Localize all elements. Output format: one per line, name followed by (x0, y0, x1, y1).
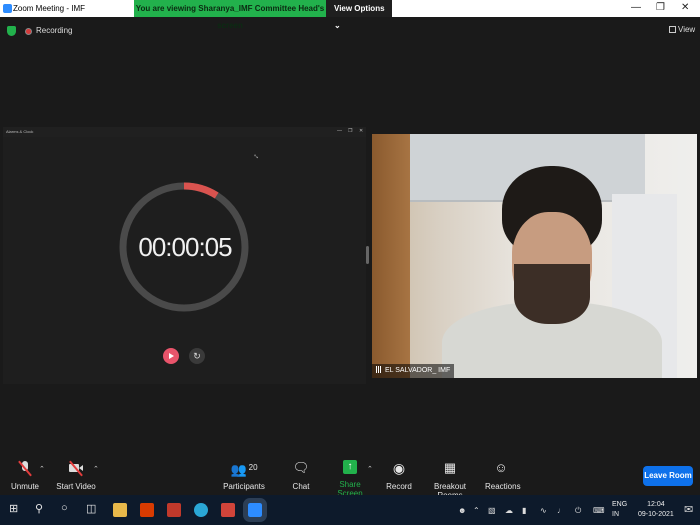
file-explorer-icon[interactable] (113, 503, 127, 517)
viewing-banner: You are viewing Sharanya_IMF Committee H… (134, 0, 392, 30)
share-options-caret-icon[interactable]: ⌃ (367, 465, 373, 473)
share-screen-icon: ↑ (343, 460, 357, 474)
tray-cloud-icon[interactable]: ☁ (505, 506, 513, 515)
clock-date: 09-10-2021 (638, 511, 674, 518)
close-button[interactable]: ✕ (681, 2, 689, 13)
shared-restore-icon: ❐ (348, 128, 353, 134)
reactions-icon: ☺ (494, 460, 508, 475)
participants-label: Participants (223, 482, 265, 491)
search-icon[interactable]: ⚲ (35, 502, 43, 515)
record-label: Record (386, 482, 412, 491)
tray-people-icon[interactable]: ☻ (458, 506, 466, 515)
language-code: ENG (612, 501, 628, 508)
tray-chevron-icon[interactable]: ⌃ (473, 506, 480, 515)
participant-video: EL SALVADOR_ IMF (372, 134, 697, 378)
tray-volume-icon[interactable]: ♩ (557, 506, 565, 515)
chat-label: Chat (292, 482, 310, 491)
recording-icon (25, 28, 32, 35)
reset-button: ↻ (189, 348, 205, 364)
system-clock[interactable]: 12:04 09-10-2021 (638, 500, 674, 520)
view-button[interactable]: View (678, 25, 695, 34)
video-options-caret-icon[interactable]: ⌃ (93, 465, 99, 473)
shared-app-title: Alarms & Clock (6, 129, 34, 134)
participant-name-tag: EL SALVADOR_ IMF (372, 364, 455, 378)
leave-room-button[interactable]: Leave Room (643, 466, 693, 486)
notifications-icon[interactable]: ✉ (684, 503, 693, 516)
security-shield-icon[interactable] (7, 26, 16, 36)
video-person-beard (514, 264, 590, 324)
timer-display: 00:00:05 (138, 232, 232, 262)
view-options-button[interactable]: View Options ⌄ (334, 0, 392, 30)
unmute-label: Unmute (10, 482, 39, 491)
meeting-toolbar: Unmute ⌃ Start Video ⌃ 👥 20 Participants … (0, 455, 700, 500)
reactions-label: Reactions (485, 482, 521, 491)
pdf-reader-icon[interactable] (167, 503, 181, 517)
viewing-banner-text: You are viewing Sharanya_IMF Committee H… (134, 0, 326, 30)
chat-button[interactable]: 🗨 Chat (288, 455, 314, 491)
participants-count: 20 (248, 463, 258, 472)
restore-button[interactable]: ❐ (656, 2, 665, 13)
start-video-button[interactable]: Start Video (56, 455, 96, 491)
expand-arrows-icon: ↔ (250, 149, 264, 162)
muted-mic-icon (17, 460, 33, 477)
participants-icon: 👥 20 (230, 462, 258, 477)
shared-close-icon: ✕ (359, 128, 364, 134)
play-button (163, 348, 179, 364)
tray-keyboard-icon[interactable]: ⌨ (593, 506, 605, 515)
participant-name: EL SALVADOR_ IMF (385, 367, 451, 374)
breakout-rooms-icon: ▦ (443, 460, 457, 475)
windows-taskbar: ⊞ ⚲ ○ ◫ ☻ ⌃ ▧ ☁ ▮ ∿ ♩ ⏻ ⌨ ENG IN 12:04 0… (0, 495, 700, 525)
zoom-window: Zoom Meeting - IMF You are viewing Shara… (0, 0, 700, 525)
zoom-taskbar-icon[interactable] (243, 498, 267, 522)
tray-card-icon[interactable]: ▧ (488, 506, 496, 515)
video-off-icon (68, 460, 84, 477)
start-video-label: Start Video (56, 482, 96, 491)
title-bar: Zoom Meeting - IMF You are viewing Shara… (0, 0, 700, 30)
tray-battery-icon[interactable]: ▮ (522, 506, 526, 515)
record-icon: ◉ (392, 460, 406, 476)
audio-options-caret-icon[interactable]: ⌃ (39, 465, 45, 473)
record-button[interactable]: ◉ Record (385, 455, 413, 491)
split-divider-handle[interactable] (366, 246, 369, 264)
word-icon[interactable] (221, 503, 235, 517)
participants-button[interactable]: 👥 20 Participants (222, 455, 266, 491)
region-code: IN (612, 511, 619, 518)
edge-browser-icon[interactable] (194, 503, 208, 517)
windows-start-icon[interactable]: ⊞ (9, 502, 18, 515)
window-title: Zoom Meeting - IMF (13, 4, 86, 13)
input-language[interactable]: ENG IN (612, 500, 627, 520)
reactions-button[interactable]: ☺ Reactions (485, 455, 521, 491)
view-grid-icon[interactable] (669, 26, 676, 33)
video-door (372, 134, 410, 378)
minimize-button[interactable]: — (631, 2, 641, 13)
timer-progress-arc (183, 182, 219, 199)
shared-app-titlebar: Alarms & Clock — ❐ ✕ (3, 127, 366, 137)
shared-minimize-icon: — (337, 128, 342, 134)
cortana-icon[interactable]: ○ (61, 502, 68, 514)
zoom-app-icon (3, 4, 12, 13)
clock-time: 12:04 (647, 501, 665, 508)
office-icon[interactable] (140, 503, 154, 517)
tray-power-icon[interactable]: ⏻ (575, 506, 581, 516)
share-screen-button[interactable]: ↑ Share Screen (328, 455, 372, 498)
task-view-icon[interactable]: ◫ (86, 502, 96, 515)
breakout-rooms-button[interactable]: ▦ Breakout Rooms (423, 455, 477, 500)
signal-bars-icon (376, 366, 383, 373)
chat-icon: 🗨 (292, 460, 310, 475)
tray-wifi-icon[interactable]: ∿ (540, 506, 547, 515)
recording-label: Recording (36, 26, 73, 35)
unmute-button[interactable]: Unmute (8, 455, 42, 491)
